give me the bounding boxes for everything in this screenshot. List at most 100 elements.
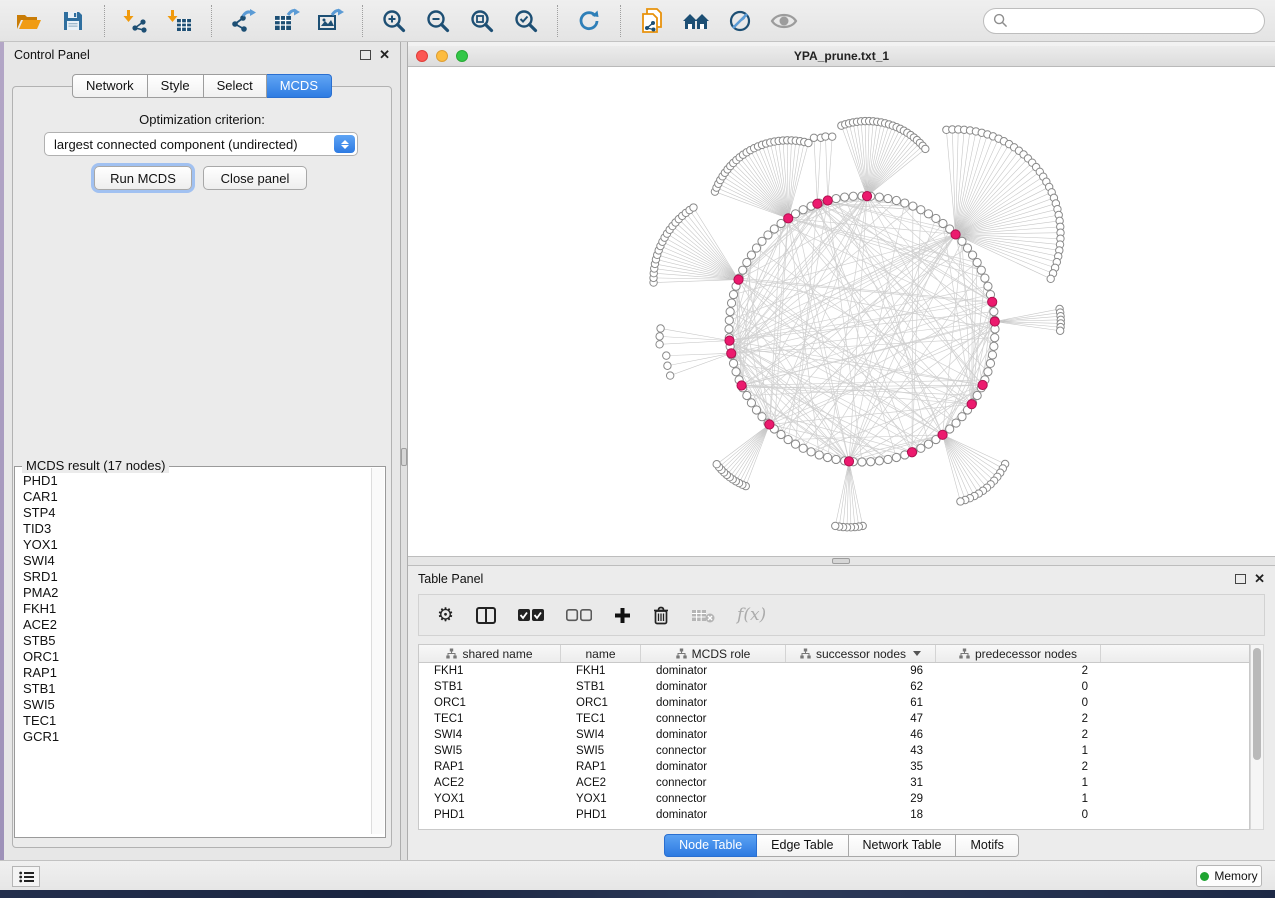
- table-row[interactable]: FKH1FKH1dominator962: [419, 663, 1249, 679]
- column-header-shared-name[interactable]: shared name: [419, 645, 561, 662]
- toolbar-separator: [362, 5, 363, 37]
- refresh-icon: [576, 8, 602, 34]
- delete-table-button[interactable]: [691, 608, 715, 623]
- memory-button[interactable]: Memory: [1196, 865, 1262, 887]
- table-row[interactable]: PHD1PHD1dominator180: [419, 807, 1249, 823]
- mcds-node-item[interactable]: SWI5: [23, 697, 372, 713]
- cell-shared-name: YOX1: [419, 791, 561, 807]
- table-row[interactable]: RAP1RAP1dominator352: [419, 759, 1249, 775]
- zoom-out-button[interactable]: [419, 4, 457, 38]
- save-session-button[interactable]: [54, 4, 92, 38]
- cell-successor-nodes: 29: [786, 791, 936, 807]
- splitter-handle[interactable]: [832, 558, 850, 564]
- cell-mcds-role: connector: [641, 791, 786, 807]
- cell-name: ORC1: [561, 695, 641, 711]
- mcds-list-scrollbar[interactable]: [371, 468, 384, 834]
- network-window-titlebar[interactable]: YPA_prune.txt_1: [408, 46, 1275, 67]
- zoom-fit-button[interactable]: [463, 4, 501, 38]
- table-row[interactable]: TEC1TEC1connector472: [419, 711, 1249, 727]
- mcds-node-item[interactable]: GCR1: [23, 729, 372, 745]
- column-header-successor-nodes[interactable]: successor nodes: [786, 645, 936, 662]
- export-image-button[interactable]: [312, 4, 350, 38]
- mcds-result-group: MCDS result (17 nodes) PHD1CAR1STP4TID3Y…: [14, 466, 386, 838]
- export-table-button[interactable]: [268, 4, 306, 38]
- mcds-node-item[interactable]: STB5: [23, 633, 372, 649]
- float-panel-icon[interactable]: [1235, 574, 1246, 584]
- search-box[interactable]: [983, 8, 1265, 34]
- float-panel-icon[interactable]: [360, 50, 371, 60]
- table-row[interactable]: ACE2ACE2connector311: [419, 775, 1249, 791]
- mcds-node-item[interactable]: ACE2: [23, 617, 372, 633]
- column-header-mcds-role[interactable]: MCDS role: [641, 645, 786, 662]
- splitter-handle[interactable]: [401, 448, 407, 466]
- mcds-node-item[interactable]: FKH1: [23, 601, 372, 617]
- column-header-predecessor-nodes[interactable]: predecessor nodes: [936, 645, 1101, 662]
- mcds-node-item[interactable]: ORC1: [23, 649, 372, 665]
- show-columns-button[interactable]: [476, 607, 496, 624]
- table-row[interactable]: STB1STB1dominator620: [419, 679, 1249, 695]
- deselect-all-button[interactable]: [566, 609, 592, 622]
- task-history-button[interactable]: [12, 866, 40, 887]
- close-panel-icon[interactable]: ✕: [379, 50, 390, 60]
- apply-function-button[interactable]: f(x): [737, 605, 766, 625]
- horizontal-splitter[interactable]: [408, 556, 1275, 566]
- table-scrollbar[interactable]: [1250, 644, 1264, 830]
- tab-select[interactable]: Select: [204, 74, 267, 98]
- close-panel-icon[interactable]: ✕: [1254, 574, 1265, 584]
- tab-motifs[interactable]: Motifs: [956, 834, 1018, 857]
- control-panel: Control Panel ✕ NetworkStyleSelectMCDS O…: [4, 42, 400, 860]
- show-hidden-button[interactable]: [765, 4, 803, 38]
- status-bar: Memory: [0, 860, 1275, 890]
- table-row[interactable]: SWI5SWI5connector431: [419, 743, 1249, 759]
- mcds-node-item[interactable]: PMA2: [23, 585, 372, 601]
- export-network-button[interactable]: [224, 4, 262, 38]
- open-session-button[interactable]: [10, 4, 48, 38]
- table-row[interactable]: ORC1ORC1dominator610: [419, 695, 1249, 711]
- delete-rows-button[interactable]: [653, 606, 669, 625]
- tab-mcds[interactable]: MCDS: [267, 74, 332, 98]
- tab-network-table[interactable]: Network Table: [849, 834, 957, 857]
- zoom-selected-button[interactable]: [507, 4, 545, 38]
- mcds-node-item[interactable]: STB1: [23, 681, 372, 697]
- mcds-node-item[interactable]: PHD1: [23, 473, 372, 489]
- network-home-button[interactable]: [677, 4, 715, 38]
- tab-style[interactable]: Style: [148, 74, 204, 98]
- mcds-node-item[interactable]: YOX1: [23, 537, 372, 553]
- mcds-node-item[interactable]: SRD1: [23, 569, 372, 585]
- mcds-result-title: MCDS result (17 nodes): [22, 458, 169, 473]
- column-label: shared name: [462, 647, 532, 661]
- clone-network-button[interactable]: [633, 4, 671, 38]
- select-all-button[interactable]: [518, 609, 544, 622]
- mcds-node-item[interactable]: TID3: [23, 521, 372, 537]
- zoom-in-button[interactable]: [375, 4, 413, 38]
- mcds-node-item[interactable]: RAP1: [23, 665, 372, 681]
- add-row-button[interactable]: [614, 607, 631, 624]
- mcds-node-item[interactable]: SWI4: [23, 553, 372, 569]
- tab-network[interactable]: Network: [72, 74, 148, 98]
- cell-name: SWI5: [561, 743, 641, 759]
- mcds-node-item[interactable]: CAR1: [23, 489, 372, 505]
- mcds-node-item[interactable]: STP4: [23, 505, 372, 521]
- tab-edge-table[interactable]: Edge Table: [757, 834, 848, 857]
- vertical-splitter[interactable]: [400, 42, 408, 860]
- tab-node-table[interactable]: Node Table: [664, 834, 757, 857]
- optimization-criterion-select[interactable]: largest connected component (undirected): [44, 132, 358, 156]
- save-floppy-icon: [61, 9, 85, 33]
- run-mcds-button[interactable]: Run MCDS: [94, 166, 192, 190]
- node-table[interactable]: shared name nameMCDS rolesuccessor nodesp…: [418, 644, 1250, 830]
- mcds-result-list[interactable]: PHD1CAR1STP4TID3YOX1SWI4SRD1PMA2FKH1ACE2…: [16, 473, 372, 833]
- settings-gear-button[interactable]: ⚙: [437, 604, 454, 627]
- cell-name: RAP1: [561, 759, 641, 775]
- network-view-canvas[interactable]: [408, 67, 1275, 556]
- table-row[interactable]: SWI4SWI4dominator462: [419, 727, 1249, 743]
- column-header-name[interactable]: name: [561, 645, 641, 662]
- refresh-button[interactable]: [570, 4, 608, 38]
- close-panel-button[interactable]: Close panel: [203, 166, 307, 190]
- import-network-button[interactable]: [117, 4, 155, 38]
- scrollbar-thumb[interactable]: [1253, 648, 1261, 760]
- import-table-button[interactable]: [161, 4, 199, 38]
- hide-selected-button[interactable]: [721, 4, 759, 38]
- search-input[interactable]: [1008, 14, 1255, 28]
- table-row[interactable]: YOX1YOX1connector291: [419, 791, 1249, 807]
- mcds-node-item[interactable]: TEC1: [23, 713, 372, 729]
